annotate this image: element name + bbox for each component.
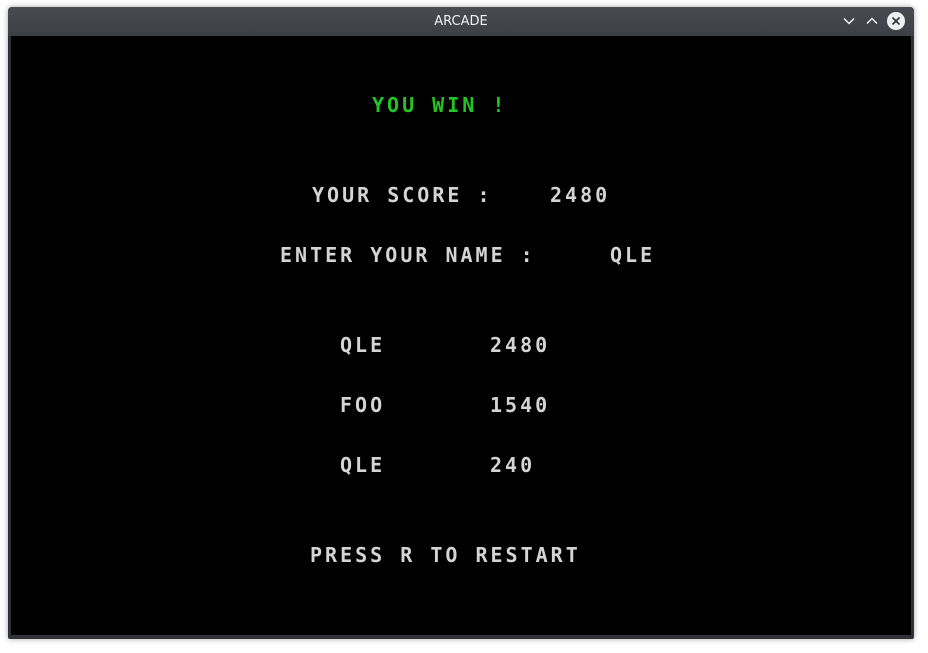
chevron-down-icon	[843, 17, 855, 25]
highscore-score-2: 1540	[490, 393, 551, 417]
highscore-name-2: FOO	[340, 393, 386, 417]
game-canvas[interactable]: YOU WIN ! YOUR SCORE : 2480 ENTER YOUR N…	[11, 36, 911, 635]
close-icon	[887, 12, 905, 30]
score-value: 2480	[550, 183, 611, 207]
highscore-score-1: 2480	[490, 333, 551, 357]
win-message: YOU WIN !	[372, 93, 508, 117]
score-label: YOUR SCORE :	[312, 183, 493, 207]
restart-hint: PRESS R TO RESTART	[310, 543, 581, 567]
app-window: ARCADE YOU WIN ! YOUR SCORE : 2480 ENTER…	[8, 7, 914, 639]
chevron-up-icon	[866, 17, 878, 25]
name-value: QLE	[610, 243, 656, 267]
minimize-button[interactable]	[839, 11, 859, 31]
highscore-score-3: 240	[490, 453, 536, 477]
window-title: ARCADE	[434, 14, 488, 29]
highscore-name-1: QLE	[340, 333, 386, 357]
maximize-button[interactable]	[862, 11, 882, 31]
highscore-name-3: QLE	[340, 453, 386, 477]
title-bar[interactable]: ARCADE	[8, 7, 914, 36]
close-button[interactable]	[886, 11, 906, 31]
name-label: ENTER YOUR NAME :	[280, 243, 536, 267]
